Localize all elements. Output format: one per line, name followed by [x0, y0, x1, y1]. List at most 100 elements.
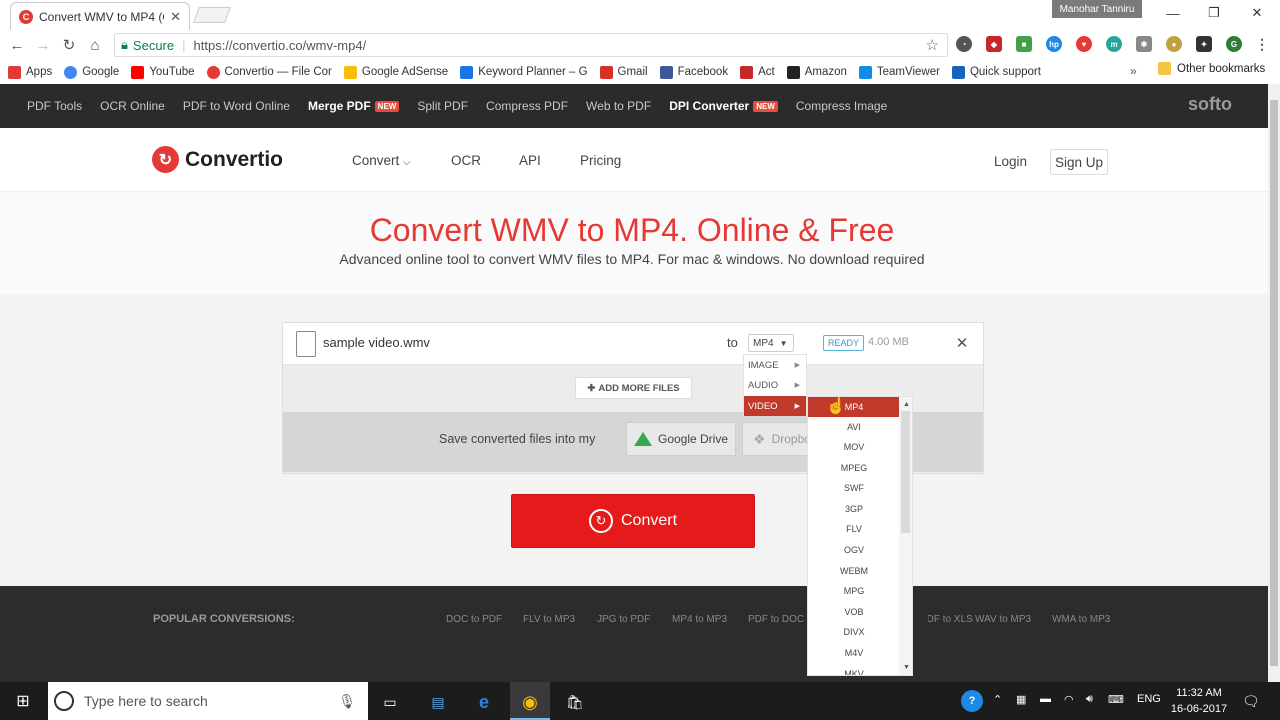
softo-link-web-to-pdf[interactable]: Web to PDF	[586, 99, 651, 113]
clock[interactable]: 11:32 AM 16-06-2017	[1168, 685, 1230, 717]
softo-link-compress-image[interactable]: Compress Image	[796, 99, 887, 113]
format-option[interactable]: 3GP	[808, 499, 900, 519]
bookmark-teamviewer[interactable]: TeamViewer	[858, 65, 940, 79]
popular-link[interactable]: WMA to MP3	[1052, 614, 1110, 625]
bookmark-adsense[interactable]: Google AdSense	[343, 65, 448, 79]
bookmark-convertio[interactable]: Convertio — File Cor	[206, 65, 332, 79]
taskbar-search-box[interactable]: Type here to search 🎙︎	[48, 682, 368, 720]
tray-app-icon[interactable]: ▦	[1016, 693, 1026, 706]
popular-link[interactable]: PDF to DOC	[748, 614, 804, 625]
hp-extension-icon[interactable]: hp	[1046, 36, 1062, 52]
remove-file-icon[interactable]: ✕	[952, 333, 972, 353]
softo-link-split-pdf[interactable]: Split PDF	[417, 99, 468, 113]
scroll-down-icon[interactable]: ▼	[902, 663, 911, 672]
format-option[interactable]: DIVX	[808, 622, 900, 642]
scroll-up-icon[interactable]: ▲	[902, 400, 911, 409]
format-option[interactable]: MPG	[808, 581, 900, 601]
notifications-icon[interactable]: 🗨︎	[1242, 693, 1260, 710]
format-option[interactable]: AVI	[808, 417, 900, 437]
softo-link-compress-pdf[interactable]: Compress PDF	[486, 99, 568, 113]
tools-extension-icon[interactable]: ✱	[1136, 36, 1152, 52]
softo-link-pdf-tools[interactable]: PDF Tools	[27, 99, 82, 113]
restore-icon[interactable]: ❐	[1203, 4, 1225, 22]
profile-name[interactable]: Manohar Tanniru	[1052, 0, 1142, 18]
language-indicator[interactable]: ENG	[1137, 693, 1161, 705]
back-icon[interactable]: ←	[4, 32, 30, 58]
category-audio[interactable]: AUDIO ▶	[744, 375, 806, 395]
format-menu-scroll-thumb[interactable]	[901, 411, 910, 533]
dropbox-button[interactable]: ❖ Dropbox	[742, 422, 812, 456]
volume-icon[interactable]: 🔊︎	[1086, 693, 1093, 706]
format-option[interactable]: MKV	[808, 664, 900, 675]
category-video[interactable]: VIDEO ▶	[744, 396, 806, 416]
file-explorer-icon[interactable]: ▤	[424, 688, 452, 716]
nav-ocr[interactable]: OCR	[451, 153, 481, 168]
nav-convert[interactable]: Convert ⌵	[352, 153, 411, 168]
bookmark-google[interactable]: Google	[64, 65, 119, 79]
category-image[interactable]: IMAGE ▶	[744, 355, 806, 375]
minimize-icon[interactable]: —	[1162, 4, 1184, 22]
microphone-icon[interactable]: 🎙︎	[338, 693, 356, 710]
softo-link-ocr-online[interactable]: OCR Online	[100, 99, 165, 113]
forward-icon[interactable]: →	[30, 32, 56, 58]
help-icon[interactable]: ?	[961, 690, 983, 712]
pocket-extension-icon[interactable]: ♥	[1076, 36, 1092, 52]
format-option[interactable]: MOV	[808, 437, 900, 457]
reload-icon[interactable]: ↻	[56, 32, 82, 58]
popular-link[interactable]: DOC to PDF	[446, 614, 502, 625]
google-drive-button[interactable]: Google Drive	[626, 422, 736, 456]
bookmark-gmail[interactable]: Gmail	[599, 65, 648, 79]
convert-button[interactable]: ↻ Convert	[511, 494, 755, 548]
add-more-files-button[interactable]: ✚ ADD MORE FILES	[575, 377, 692, 399]
bookmarks-overflow-icon[interactable]: »	[1130, 64, 1137, 78]
other-bookmarks[interactable]: Other bookmarks	[1158, 62, 1265, 75]
softo-link-dpi-converter[interactable]: DPI Converter NEW	[669, 99, 778, 113]
format-option[interactable]: VOB	[808, 602, 900, 622]
popular-link[interactable]: WAV to MP3	[975, 614, 1031, 625]
window-close-icon[interactable]: ✕	[1246, 4, 1268, 22]
color-extension-icon[interactable]: ●	[1166, 36, 1182, 52]
store-icon[interactable]: 🛍︎	[561, 688, 589, 716]
windows-start-icon[interactable]: ⊞	[0, 682, 46, 720]
popular-link[interactable]: JPG to PDF	[597, 614, 650, 625]
popular-link[interactable]: MP4 to MP3	[672, 614, 727, 625]
format-option[interactable]: M4V	[808, 643, 900, 663]
tray-expand-icon[interactable]: ⌃	[993, 693, 1002, 706]
format-option[interactable]: MPEG	[808, 458, 900, 478]
bookmark-act[interactable]: Act	[740, 65, 775, 79]
browser-tab[interactable]: C Convert WMV to MP4 (O ✕	[10, 2, 190, 30]
speedometer-extension-icon[interactable]: ◔	[956, 36, 972, 52]
format-option[interactable]: FLV	[808, 519, 900, 539]
format-option[interactable]: OGV	[808, 540, 900, 560]
home-icon[interactable]: ⌂	[82, 32, 108, 58]
green-extension-icon[interactable]: ■	[1016, 36, 1032, 52]
nav-pricing[interactable]: Pricing	[580, 153, 621, 168]
bookmark-facebook[interactable]: Facebook	[659, 65, 728, 79]
new-tab-button[interactable]	[193, 7, 231, 23]
bookmark-apps[interactable]: Apps	[8, 65, 52, 79]
address-bar[interactable]: 🔒︎ Secure | https://convertio.co/wmv-mp4…	[114, 33, 948, 57]
signup-button[interactable]: Sign Up	[1050, 149, 1108, 175]
tab-close-icon[interactable]: ✕	[170, 9, 181, 25]
format-select[interactable]: MP4 ▼	[748, 334, 794, 352]
format-option[interactable]: WEBM	[808, 561, 900, 581]
page-scroll-thumb[interactable]	[1270, 100, 1278, 666]
format-option[interactable]: MP4	[808, 397, 900, 417]
softo-link-merge-pdf[interactable]: Merge PDF NEW	[308, 99, 400, 113]
grammarly-extension-icon[interactable]: G	[1226, 36, 1242, 52]
nav-api[interactable]: API	[519, 153, 541, 168]
bookmark-youtube[interactable]: YouTube	[131, 65, 195, 79]
popular-link[interactable]: FLV to MP3	[523, 614, 575, 625]
softo-link-pdf-to-word[interactable]: PDF to Word Online	[183, 99, 290, 113]
softo-logo[interactable]: softo	[1188, 94, 1232, 115]
convertio-logo[interactable]: ↻ Convertio	[152, 146, 283, 173]
task-view-icon[interactable]: ▭	[376, 688, 404, 716]
bookmark-amazon[interactable]: Amazon	[786, 65, 847, 79]
keyboard-icon[interactable]: ⌨	[1108, 693, 1124, 706]
bookmark-quick-support[interactable]: Quick support	[951, 65, 1041, 79]
bookmark-keyword-planner[interactable]: Keyword Planner – G	[460, 65, 588, 79]
m-extension-icon[interactable]: m	[1106, 36, 1122, 52]
menu-kebab-icon[interactable]: ⋮	[1254, 36, 1270, 52]
edge-icon[interactable]: e	[470, 688, 498, 716]
puzzle-extension-icon[interactable]: ✦	[1196, 36, 1212, 52]
